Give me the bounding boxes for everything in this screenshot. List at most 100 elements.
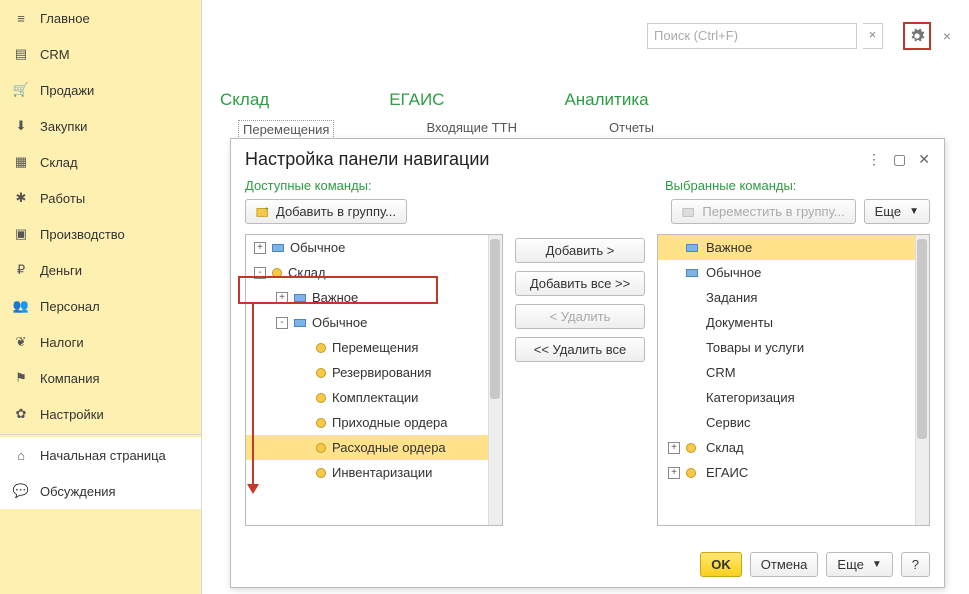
list-item[interactable]: Задания [658,285,929,310]
top-toolbar: Поиск (Ctrl+F) × × [647,22,957,50]
expander-icon[interactable]: + [668,467,680,479]
sub-reports[interactable]: Отчеты [609,120,654,139]
remove-button[interactable]: < Удалить [515,304,645,329]
tree-item[interactable]: -Обычное [246,310,502,335]
list-item[interactable]: Категоризация [658,385,929,410]
grid-icon: ▦ [12,153,30,171]
scrollbar[interactable] [488,235,502,525]
sidebar-item-settings[interactable]: ✿Настройки [0,396,201,432]
label: Продажи [40,83,94,98]
folder-plus-icon: + [256,205,270,219]
available-commands-label: Доступные команды: [245,178,665,193]
sidebar-item-warehouse[interactable]: ▦Склад [0,144,201,180]
sidebar-item-purchases[interactable]: ⬇Закупки [0,108,201,144]
sub-incoming-ttn[interactable]: Входящие ТТН [426,120,517,139]
selected-list[interactable]: ВажноеОбычноеЗаданияДокументыТовары и ус… [657,234,930,526]
expander-icon[interactable]: + [668,442,680,454]
sidebar-item-crm[interactable]: ▤CRM [0,36,201,72]
sidebar-item-sales[interactable]: 🛒 Продажи [0,72,201,108]
add-to-group-button[interactable]: + Добавить в группу... [245,199,407,224]
tree-item[interactable]: - Склад [246,260,502,285]
expander-icon[interactable]: - [254,267,266,279]
header-warehouse[interactable]: Склад [220,90,269,110]
scrollbar[interactable] [915,235,929,525]
dialog-title: Настройка панели навигации [245,149,489,170]
tree-item-label: Склад [288,265,326,280]
sidebar-item-company[interactable]: ⚑Компания [0,360,201,396]
sidebar-home[interactable]: ⌂Начальная страница [0,437,201,473]
ok-button[interactable]: OK [700,552,742,577]
eagle-icon: ❦ [12,333,30,351]
more-button-top[interactable]: Еще▼ [864,199,930,224]
move-to-group-button[interactable]: Переместить в группу... [671,199,855,224]
svg-text:+: + [265,206,269,213]
close-icon[interactable]: ✕ [918,151,930,168]
bullet-yellow-icon [316,393,326,403]
close-button[interactable]: × [937,28,957,44]
sidebar-item-money[interactable]: ₽Деньги [0,252,201,288]
tree-item-label: Приходные ордера [332,415,448,430]
bullet-yellow-icon [316,343,326,353]
section-headers: Склад ЕГАИС Аналитика [220,90,649,110]
sidebar-item-works[interactable]: ✱Работы [0,180,201,216]
tree-item[interactable]: Приходные ордера [246,410,502,435]
clear-search-button[interactable]: × [863,23,883,49]
expander-icon[interactable]: - [276,317,288,329]
list-item-label: Сервис [706,415,751,430]
list-item[interactable]: Документы [658,310,929,335]
dialog-footer: OK Отмена Еще▼ ? [700,552,930,577]
sidebar-item-personnel[interactable]: 👥Персонал [0,288,201,324]
navigation-settings-dialog: Настройка панели навигации ⋮ ▢ ✕ Доступн… [230,138,945,588]
expander-icon[interactable]: + [276,292,288,304]
sidebar-item-main[interactable]: ≡Главное [0,0,201,36]
tree-item[interactable]: + Важное [246,285,502,310]
wrench-icon: ✱ [12,189,30,207]
list-item[interactable]: Сервис [658,410,929,435]
maximize-icon[interactable]: ▢ [893,151,906,168]
bullet-yellow-icon [316,368,326,378]
list-item[interactable]: Товары и услуги [658,335,929,360]
available-tree[interactable]: +Обычное-Склад+Важное-ОбычноеПеремещения… [245,234,503,526]
remove-all-button[interactable]: << Удалить все [515,337,645,362]
expander-icon[interactable]: + [254,242,266,254]
list-item[interactable]: Обычное [658,260,929,285]
label: Налоги [40,335,84,350]
bullet-yellow-icon [686,468,696,478]
list-item[interactable]: +ЕГАИС [658,460,929,485]
chat-icon: 💬 [12,482,30,500]
tree-item[interactable]: +Обычное [246,235,502,260]
sidebar-discuss[interactable]: 💬Обсуждения [0,473,201,509]
more-button-footer[interactable]: Еще▼ [826,552,892,577]
tree-item[interactable]: Расходные ордера [246,435,502,460]
selected-commands-label: Выбранные команды: [665,178,930,193]
label: Компания [40,371,100,386]
list-item[interactable]: Важное [658,235,929,260]
list-item[interactable]: +Склад [658,435,929,460]
sidebar-item-production[interactable]: ▣Производство [0,216,201,252]
tree-item[interactable]: Резервирования [246,360,502,385]
card-icon: ▤ [12,45,30,63]
home-icon: ⌂ [12,446,30,464]
tree-item-label: Важное [312,290,358,305]
header-analytics[interactable]: Аналитика [564,90,648,110]
more-menu-icon[interactable]: ⋮ [867,151,881,168]
cart-icon: 🛒 [12,81,30,99]
header-egais[interactable]: ЕГАИС [389,90,444,110]
sub-movements[interactable]: Перемещения [238,120,334,139]
label: Закупки [40,119,87,134]
sidebar-item-taxes[interactable]: ❦ Налоги [0,324,201,360]
add-button[interactable]: Добавить > [515,238,645,263]
folder-blue-icon [686,269,698,277]
settings-gear-button[interactable] [903,22,931,50]
bullet-yellow-icon [272,268,282,278]
transfer-buttons: Добавить > Добавить все >> < Удалить << … [515,234,645,526]
tree-item[interactable]: Перемещения [246,335,502,360]
tree-item[interactable]: Инвентаризации [246,460,502,485]
help-button[interactable]: ? [901,552,930,577]
search-input[interactable]: Поиск (Ctrl+F) [647,23,857,49]
add-all-button[interactable]: Добавить все >> [515,271,645,296]
tree-item[interactable]: Комплектации [246,385,502,410]
cancel-button[interactable]: Отмена [750,552,819,577]
list-item[interactable]: CRM [658,360,929,385]
tree-item-label: Комплектации [332,390,418,405]
